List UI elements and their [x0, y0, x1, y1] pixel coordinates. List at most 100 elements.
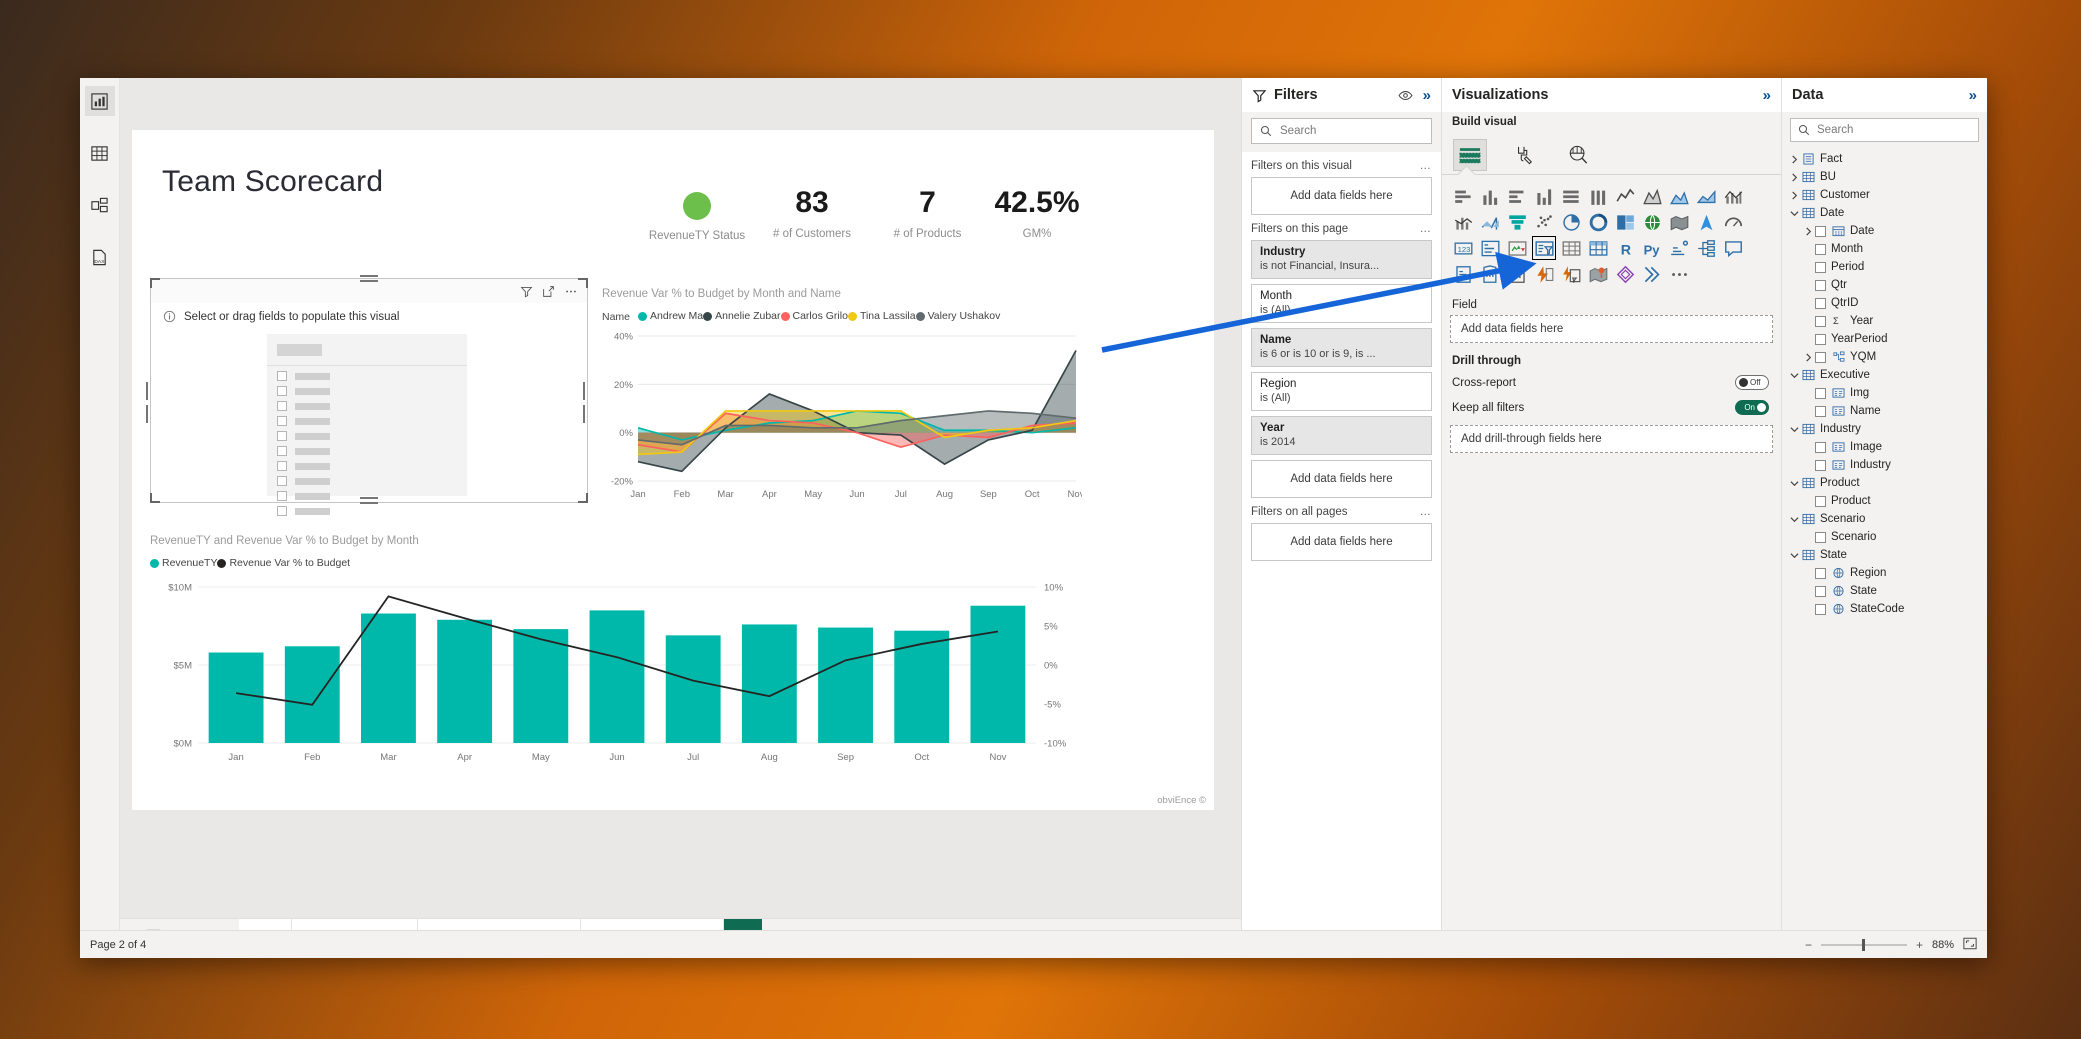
r-script-visual-icon[interactable]: R: [1614, 237, 1636, 259]
filter-group-more-button[interactable]: …: [1420, 506, 1433, 518]
data-field-row[interactable]: Region: [1782, 564, 1987, 582]
data-field-row[interactable]: StateCode: [1782, 600, 1987, 618]
collapse-pane-icon[interactable]: »: [1763, 88, 1771, 103]
resize-corner-br[interactable]: [578, 493, 588, 503]
decomposition-tree-icon[interactable]: [1695, 237, 1717, 259]
chevrons-visual-icon[interactable]: [1641, 263, 1663, 285]
data-field-tree[interactable]: FactBUCustomerDateDateMonthPeriodQtrQtrI…: [1782, 150, 1987, 618]
qna-icon[interactable]: [1722, 237, 1744, 259]
data-table-row[interactable]: Fact: [1782, 150, 1987, 168]
paginated-report-icon[interactable]: [1506, 263, 1528, 285]
field-checkbox[interactable]: [1815, 460, 1826, 471]
smart-narrative-icon[interactable]: [1452, 263, 1474, 285]
data-field-row[interactable]: Product: [1782, 492, 1987, 510]
treemap-icon[interactable]: [1614, 211, 1636, 233]
visual-type-gallery[interactable]: 123RPy: [1450, 175, 1770, 289]
resize-handle-right[interactable]: [583, 382, 592, 400]
power-apps-icon[interactable]: [1560, 263, 1582, 285]
zoom-out-button[interactable]: −: [1805, 938, 1812, 952]
line-clustered-column-chart-icon[interactable]: [1722, 185, 1744, 207]
data-field-row[interactable]: Qtr: [1782, 276, 1987, 294]
filter-dropzone[interactable]: Add data fields here: [1251, 523, 1432, 561]
data-table-row[interactable]: State: [1782, 546, 1987, 564]
waterfall-chart-icon[interactable]: [1479, 211, 1501, 233]
legend-item[interactable]: Valery Ushakov: [916, 310, 1001, 322]
field-checkbox[interactable]: [1815, 352, 1826, 363]
combo-chart-visual[interactable]: RevenueTY and Revenue Var % to Budget by…: [150, 535, 1088, 775]
filter-card[interactable]: Nameis 6 or is 10 or is 9, is ...: [1251, 328, 1432, 367]
kpi-revenuety-status[interactable]: RevenueTY Status: [637, 192, 757, 242]
field-checkbox[interactable]: [1815, 406, 1826, 417]
resize-corner-tl[interactable]: [150, 278, 160, 288]
data-field-row[interactable]: Img: [1782, 384, 1987, 402]
analytics-tab[interactable]: [1562, 140, 1594, 170]
data-table-row[interactable]: Date: [1782, 204, 1987, 222]
filter-card[interactable]: Monthis (All): [1251, 284, 1432, 323]
report-view-icon[interactable]: [85, 86, 115, 116]
data-table-row[interactable]: Executive: [1782, 366, 1987, 384]
zoom-slider-thumb[interactable]: [1862, 939, 1865, 951]
line-chart-icon[interactable]: [1614, 185, 1636, 207]
data-field-row[interactable]: Image: [1782, 438, 1987, 456]
filters-list[interactable]: Filters on this visual…Add data fields h…: [1242, 152, 1441, 958]
keep-all-filters-toggle[interactable]: On: [1735, 400, 1769, 415]
filled-map-icon[interactable]: [1668, 211, 1690, 233]
multi-row-card-icon[interactable]: [1479, 237, 1501, 259]
chevron-right-icon[interactable]: [1802, 353, 1815, 362]
area-chart-visual[interactable]: Revenue Var % to Budget by Month and Nam…: [602, 288, 1082, 508]
azure-map-icon[interactable]: [1695, 211, 1717, 233]
100-stacked-bar-chart-icon[interactable]: [1560, 185, 1582, 207]
pie-chart-icon[interactable]: [1560, 211, 1582, 233]
report-page[interactable]: Team Scorecard RevenueTY Status 83 # of …: [132, 130, 1214, 810]
filter-card[interactable]: Regionis (All): [1251, 372, 1432, 411]
fit-to-page-icon[interactable]: [1963, 937, 1977, 953]
chevron-down-icon[interactable]: [1788, 479, 1801, 488]
canvas-scroll-area[interactable]: Team Scorecard RevenueTY Status 83 # of …: [120, 130, 1241, 918]
legend-item[interactable]: Carlos Grilo: [781, 310, 848, 322]
ribbon-chart-icon[interactable]: [1452, 211, 1474, 233]
slicer-icon[interactable]: [1533, 237, 1555, 259]
field-checkbox[interactable]: [1815, 496, 1826, 507]
chevron-right-icon[interactable]: [1788, 173, 1801, 182]
legend-item[interactable]: Andrew Ma: [638, 310, 703, 322]
filter-card[interactable]: Industryis not Financial, Insura...: [1251, 240, 1432, 279]
power-automate-icon[interactable]: [1533, 263, 1555, 285]
field-checkbox[interactable]: [1815, 298, 1826, 309]
data-table-row[interactable]: Industry: [1782, 420, 1987, 438]
filter-dropzone[interactable]: Add data fields here: [1251, 460, 1432, 498]
stacked-bar-chart-icon[interactable]: [1452, 185, 1474, 207]
legend-item[interactable]: Tina Lassila: [848, 310, 916, 322]
gauge-icon[interactable]: [1722, 211, 1744, 233]
filters-search-input[interactable]: Search: [1251, 118, 1432, 144]
table-icon[interactable]: [1560, 237, 1582, 259]
resize-corner-bl[interactable]: [150, 493, 160, 503]
scatter-chart-icon[interactable]: [1533, 211, 1555, 233]
100-stacked-column-chart-icon[interactable]: [1587, 185, 1609, 207]
field-checkbox[interactable]: [1815, 226, 1826, 237]
chevron-down-icon[interactable]: [1788, 515, 1801, 524]
empty-slicer-visual[interactable]: Select or drag fields to populate this v…: [150, 278, 588, 503]
chevron-right-icon[interactable]: [1802, 227, 1815, 236]
metrics-icon[interactable]: [1479, 263, 1501, 285]
data-field-row[interactable]: ΣYear: [1782, 312, 1987, 330]
data-table-row[interactable]: Product: [1782, 474, 1987, 492]
area-chart-icon[interactable]: [1641, 185, 1663, 207]
stacked-column-chart-icon[interactable]: [1479, 185, 1501, 207]
legend-item[interactable]: Annelie Zubar: [703, 310, 780, 322]
zoom-slider[interactable]: [1821, 944, 1907, 946]
field-checkbox[interactable]: [1815, 316, 1826, 327]
data-table-row[interactable]: Scenario: [1782, 510, 1987, 528]
data-field-row[interactable]: Industry: [1782, 456, 1987, 474]
filter-group-more-button[interactable]: …: [1420, 223, 1433, 235]
dax-query-view-icon[interactable]: DAX: [85, 242, 115, 272]
model-view-icon[interactable]: [85, 190, 115, 220]
chevron-down-icon[interactable]: [1788, 371, 1801, 380]
more-visuals-icon[interactable]: [1668, 263, 1690, 285]
resize-handle-top[interactable]: [360, 275, 378, 284]
matrix-icon[interactable]: [1587, 237, 1609, 259]
filter-card[interactable]: Yearis 2014: [1251, 416, 1432, 455]
combo-chart-plot[interactable]: $10M$5M$0M10%5%0%-5%-10%JanFebMarAprMayJ…: [150, 577, 1088, 767]
data-field-row[interactable]: Date: [1782, 222, 1987, 240]
table-view-icon[interactable]: [85, 138, 115, 168]
chevron-down-icon[interactable]: [1788, 425, 1801, 434]
